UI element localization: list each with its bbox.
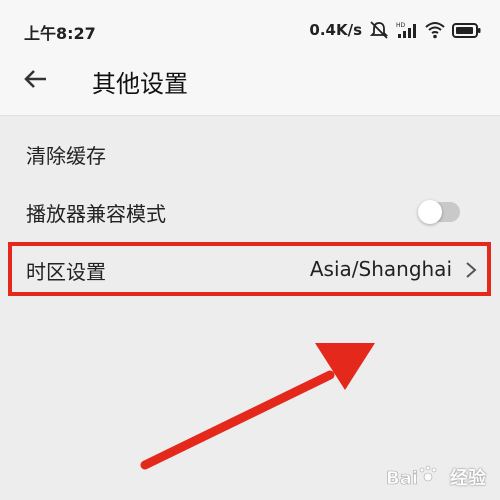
timezone-label: 时区设置 [26, 259, 106, 284]
setting-clear-cache[interactable]: 清除缓存 [0, 125, 500, 183]
wifi-icon [425, 22, 445, 39]
svg-text:HD: HD [396, 22, 406, 29]
signal-icon: HD [396, 22, 416, 38]
setting-timezone[interactable]: 时区设置 Asia/Shanghai [0, 241, 500, 299]
player-compat-toggle[interactable] [418, 200, 460, 224]
status-icons: 0.4K/s HD [309, 18, 482, 42]
watermark: Bai 经验 [386, 464, 486, 490]
battery-icon [452, 23, 481, 38]
chevron-right-icon [466, 262, 477, 278]
network-speed: 0.4K/s [309, 21, 362, 39]
mute-icon [369, 21, 389, 39]
watermark-text: 经验 [450, 468, 486, 489]
player-compat-label: 播放器兼容模式 [26, 201, 166, 226]
toggle-knob [418, 200, 442, 224]
status-bar: 上午8:27 0.4K/s HD [0, 0, 500, 56]
svg-text:Bai: Bai [386, 468, 418, 489]
setting-player-compat[interactable]: 播放器兼容模式 [0, 183, 500, 241]
baidu-logo-icon: Bai [386, 465, 437, 489]
clear-cache-label: 清除缓存 [26, 143, 106, 168]
timezone-value: Asia/Shanghai [309, 257, 452, 281]
header: 其他设置 [0, 56, 500, 114]
settings-screen: 上午8:27 0.4K/s HD 其他设置 清除缓存 播放器兼容模式 时区设置 … [0, 0, 500, 500]
top-area: 上午8:27 0.4K/s HD 其他设置 [0, 0, 500, 116]
settings-list: 清除缓存 播放器兼容模式 时区设置 Asia/Shanghai [0, 125, 500, 299]
status-time: 上午8:27 [24, 24, 96, 43]
page-title: 其他设置 [92, 70, 188, 98]
back-arrow-icon[interactable] [22, 64, 52, 94]
